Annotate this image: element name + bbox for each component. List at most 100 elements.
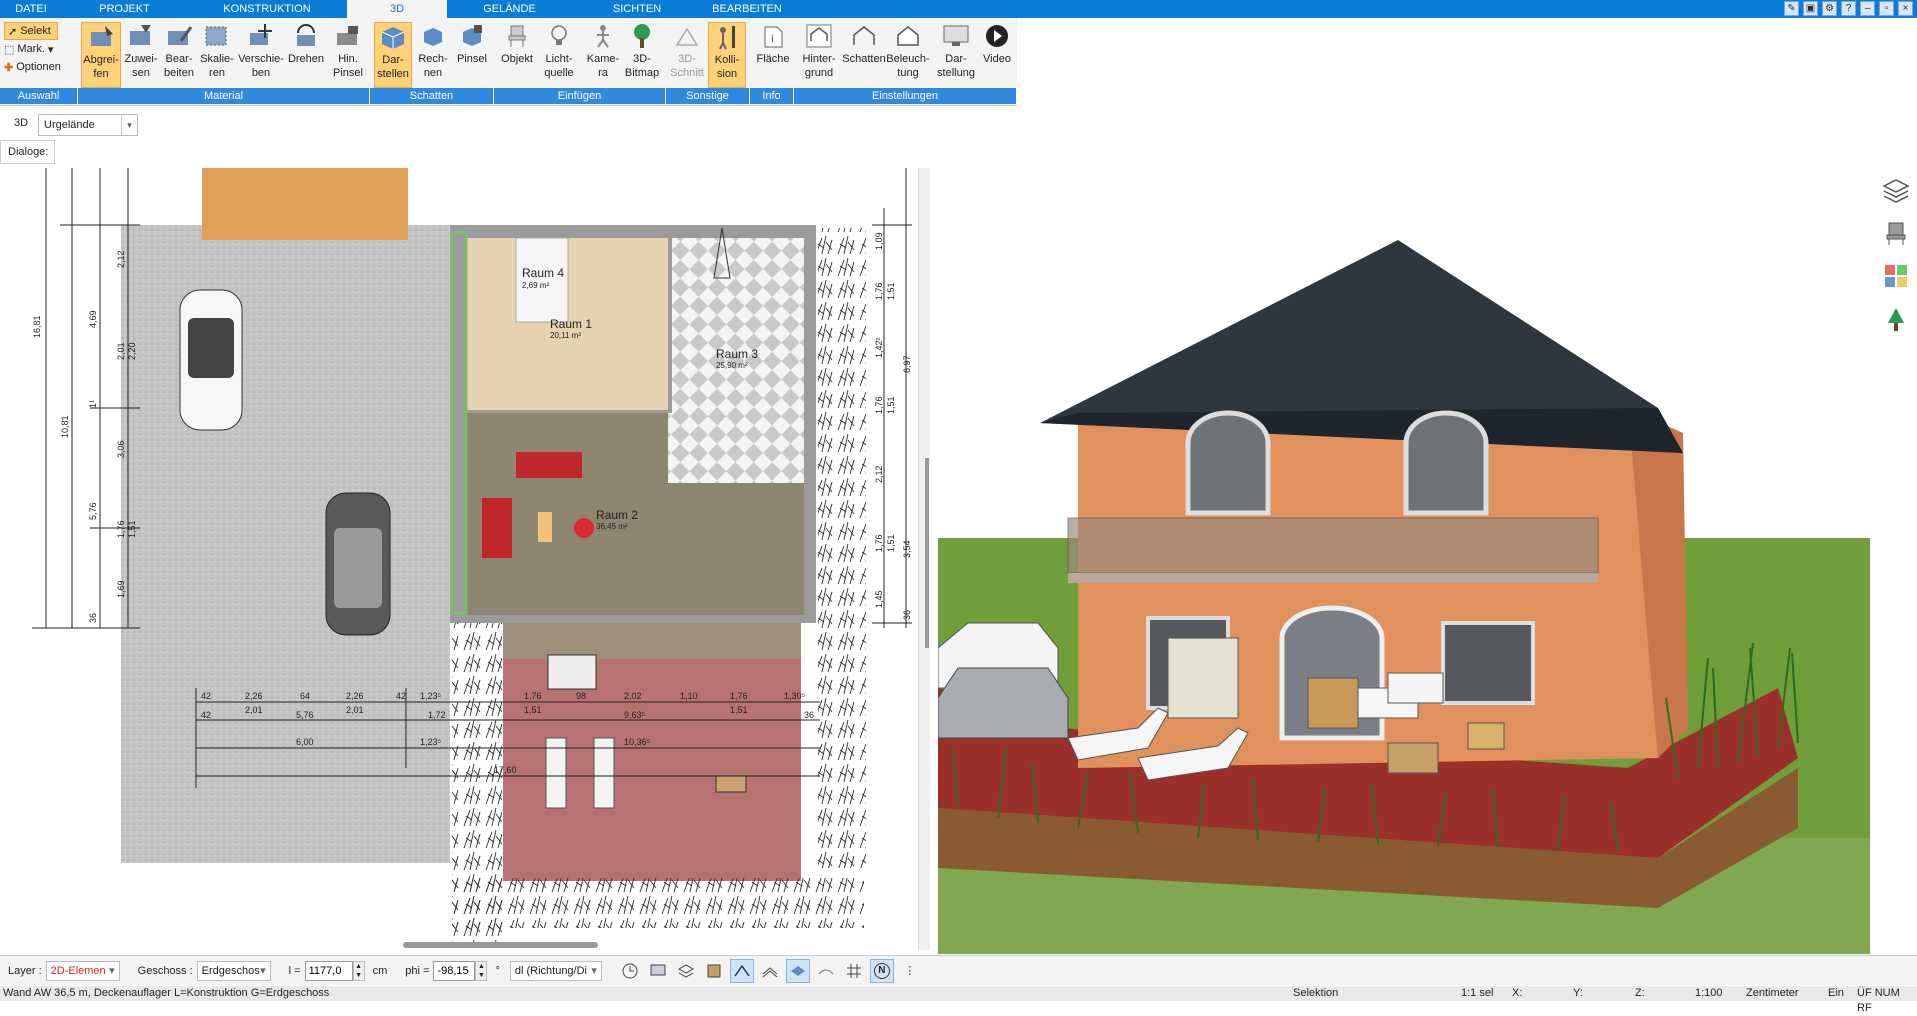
plant-icon[interactable] — [1874, 297, 1917, 340]
3d-view[interactable] — [938, 168, 1870, 954]
plan-vertical-scrollbar[interactable] — [925, 458, 929, 648]
help-icon[interactable]: ? — [1841, 1, 1856, 16]
bitmap3d-button[interactable]: 3D- Bitmap — [622, 22, 662, 88]
driveway[interactable] — [121, 225, 450, 863]
abgreifen-button[interactable]: Abgrei- fen — [81, 22, 121, 88]
flaeche-button[interactable]: i Fläche — [754, 22, 792, 88]
tab-bearbeiten[interactable]: BEARBEITEN — [702, 0, 792, 18]
house-shadow-icon — [849, 22, 879, 50]
more-icon[interactable]: ⋮ — [898, 959, 922, 983]
dim-right-7: 2,12 — [874, 465, 884, 483]
side-table[interactable] — [538, 512, 552, 542]
geschoss-select[interactable]: Erdgeschos ▾ — [196, 960, 271, 981]
tab-konstruktion[interactable]: KONSTRUKTION — [187, 0, 347, 18]
north-label: N — [873, 962, 890, 979]
settings-icon[interactable]: ⚙ — [1822, 1, 1837, 16]
schatten-button[interactable]: Schatten — [842, 22, 886, 88]
dim-bottom-r3-0: 6,00 — [296, 737, 314, 747]
tools-icon[interactable]: ✎ — [1784, 1, 1799, 16]
hatch-icon[interactable] — [758, 959, 782, 983]
length-stepper[interactable]: ▲ ▼ — [352, 960, 365, 981]
tab-sichten[interactable]: SICHTEN — [572, 0, 702, 18]
rechnen-button[interactable]: Rech- nen — [414, 22, 452, 88]
materials-icon[interactable] — [1874, 254, 1917, 297]
dim-left-7: 3,06 — [116, 440, 126, 458]
group-schatten: Schatten — [370, 88, 494, 104]
length-input[interactable] — [304, 960, 353, 981]
garden-bench[interactable] — [547, 654, 597, 690]
car-grey[interactable] — [325, 492, 391, 636]
floor-plan-view[interactable]: Raum 4 2,69 m² Raum 1 20,11 m² Raum 3 25… — [0, 168, 930, 950]
screen-icon[interactable] — [646, 959, 670, 983]
chair-icon — [502, 22, 532, 50]
material-tool-icon[interactable] — [702, 959, 726, 983]
direction-select[interactable]: dl (Richtung/Di ▾ — [509, 960, 602, 981]
hin-pinsel-button[interactable]: Hin. Pinsel — [328, 22, 368, 88]
bearbeiten-button[interactable]: Bear- beiten — [160, 22, 198, 88]
group-sonstige: Sonstige — [666, 88, 750, 104]
tab-3d[interactable]: 3D — [347, 0, 447, 18]
objekt-button[interactable]: Objekt — [498, 22, 536, 88]
sofa[interactable] — [516, 452, 582, 478]
tab-projekt[interactable]: PROJEKT — [62, 0, 187, 18]
geschoss-label: Geschoss : — [137, 964, 193, 977]
chevron-down-icon: ▾ — [591, 965, 597, 977]
phi-label: phi = — [405, 964, 430, 977]
car-white[interactable] — [179, 289, 243, 431]
plane-icon[interactable] — [785, 958, 810, 983]
zuweisen-button[interactable]: Zuwei- sen — [122, 22, 160, 88]
skalieren-button[interactable]: Skalie- ren — [198, 22, 236, 88]
hintergrund-button[interactable]: Hinter- grund — [798, 22, 840, 88]
save-icon[interactable]: ▣ — [1803, 1, 1818, 16]
tab-gelaende[interactable]: GELÄNDE — [447, 0, 572, 18]
status-flags: ÜF NUM RF — [1857, 987, 1900, 1014]
minimize-icon[interactable]: – — [1860, 1, 1875, 16]
maximize-icon[interactable]: ▫ — [1879, 1, 1894, 16]
beleuchtung-button[interactable]: Beleuch- tung — [886, 22, 930, 88]
phi-input[interactable] — [433, 960, 476, 981]
floor-plan-canvas[interactable]: Raum 4 2,69 m² Raum 1 20,11 m² Raum 3 25… — [0, 168, 918, 950]
plan-horizontal-scrollbar[interactable] — [403, 942, 598, 948]
layers-icon[interactable] — [1874, 168, 1917, 211]
clock-icon[interactable] — [618, 959, 642, 983]
furniture-icon[interactable] — [1874, 211, 1917, 254]
darstellung-label: Dar- stellung — [937, 53, 975, 79]
dim-bottom-r4-0: 17,60 — [494, 765, 517, 775]
north-icon[interactable]: N — [869, 958, 894, 983]
schnitt3d-button[interactable]: 3D- Schnitt — [668, 22, 706, 88]
terrain-select[interactable]: Urgelände ▾ — [38, 114, 138, 136]
group-einstellungen: Einstellungen — [794, 88, 1017, 104]
darstellung-button[interactable]: Dar- stellung — [934, 22, 978, 88]
assign-material-icon — [126, 22, 156, 50]
dim-bottom-r1b-2: 1,51 — [524, 705, 542, 715]
armchair[interactable] — [482, 498, 512, 558]
phi-stepper[interactable]: ▲ ▼ — [475, 960, 488, 981]
shadow-brush-icon — [457, 22, 487, 50]
wood-deck[interactable] — [202, 168, 408, 240]
verschieben-button[interactable]: Verschie- ben — [237, 22, 285, 88]
dim-bottom-r1-4: 42 — [396, 691, 406, 701]
kollision-button[interactable]: Kolli- sion — [708, 22, 746, 88]
drehen-button[interactable]: Drehen — [286, 22, 326, 88]
darstellen-button[interactable]: Dar- stellen — [374, 22, 412, 88]
kamera-button[interactable]: Kame- ra — [584, 22, 622, 88]
terrain-icon[interactable] — [814, 959, 838, 983]
grid-icon[interactable] — [842, 959, 866, 983]
room-4[interactable] — [515, 237, 569, 323]
3d-render-canvas[interactable] — [938, 168, 1870, 954]
layers-tool-icon[interactable] — [674, 959, 698, 983]
garden-table[interactable] — [715, 775, 747, 793]
pinsel-button[interactable]: Pinsel — [453, 22, 491, 88]
chair-red[interactable] — [574, 518, 594, 538]
dialoge-label: Dialoge: — [0, 140, 55, 164]
optionen-button[interactable]: ✚ Optionen — [4, 58, 76, 76]
mark-button[interactable]: ⬚ Mark. ▾ — [4, 40, 76, 58]
lichtquelle-label: Licht- quelle — [544, 53, 574, 79]
close-icon[interactable]: × — [1898, 1, 1913, 16]
selekt-button[interactable]: ➚ Selekt — [4, 22, 58, 40]
tab-datei[interactable]: DATEI — [0, 0, 62, 18]
snap-icon[interactable] — [729, 958, 754, 983]
lichtquelle-button[interactable]: Licht- quelle — [540, 22, 578, 88]
video-button[interactable]: Video — [978, 22, 1016, 88]
layer-select[interactable]: 2D-Elemen ▾ — [45, 960, 120, 981]
